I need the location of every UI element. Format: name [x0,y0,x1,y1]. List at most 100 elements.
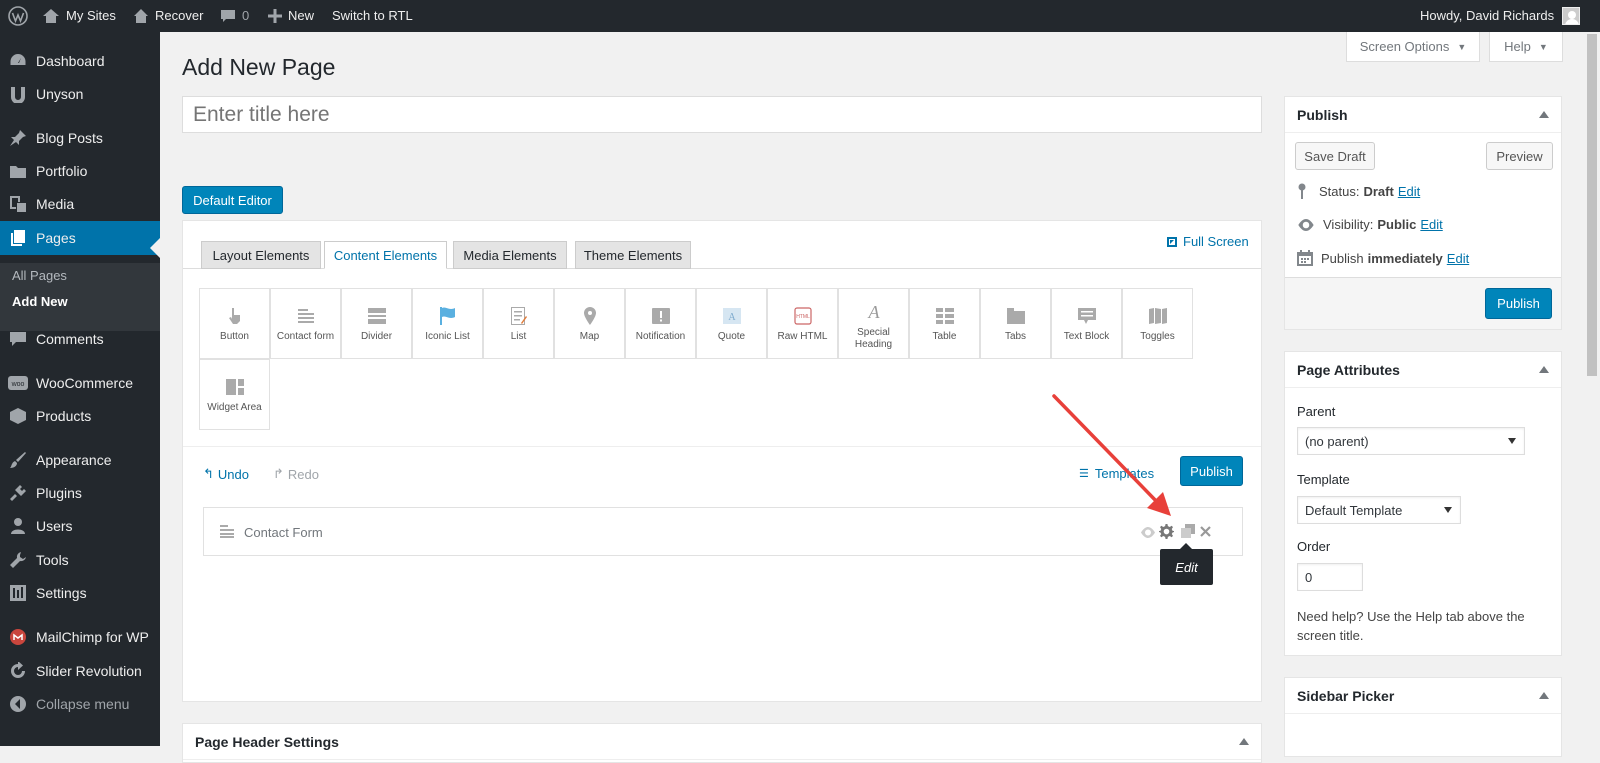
site-name-menu[interactable]: Recover [133,0,203,32]
template-select[interactable]: Default Template [1297,496,1461,524]
sidebar-item-label: Blog Posts [36,130,103,146]
element-raw-html[interactable]: HTML Raw HTML [767,288,838,359]
collapse-arrow-icon[interactable] [1539,366,1549,373]
sidebar-picker-header[interactable]: Sidebar Picker [1285,678,1561,714]
element-button[interactable]: Button [199,288,270,359]
help-button[interactable]: Help ▼ [1489,32,1563,62]
sidebar-item-slider-revolution[interactable]: Slider Revolution [0,654,160,688]
sidebar-item-tools[interactable]: Tools [0,543,160,577]
mailchimp-icon [8,627,28,647]
sidebar-item-woocommerce[interactable]: woo WooCommerce [0,366,160,400]
edit-visibility-link[interactable]: Edit [1420,217,1442,232]
page-attributes-header[interactable]: Page Attributes [1285,352,1561,388]
element-quote[interactable]: A Quote [696,288,767,359]
admin-bar: My Sites Recover 0 New Switch to RTL How… [0,0,1600,32]
sidebar-item-label: Dashboard [36,53,105,69]
sidebar-item-blog-posts[interactable]: Blog Posts [0,121,160,155]
submenu-add-new[interactable]: Add New [12,294,68,309]
heading-icon: A [865,299,883,325]
home-sites-icon [43,9,59,23]
sidebar-item-dashboard[interactable]: Dashboard [0,44,160,78]
redo-button[interactable]: ↱ Redo [273,466,319,482]
tab-theme-elements[interactable]: Theme Elements [575,241,691,269]
scrollbar-thumb[interactable] [1587,34,1597,376]
full-screen-link[interactable]: Full Screen [1167,234,1249,249]
sidebar-item-appearance[interactable]: Appearance [0,443,160,477]
sidebar-item-media[interactable]: Media [0,187,160,221]
pages-icon [8,228,28,248]
pin-icon [8,128,28,148]
collapse-arrow-icon[interactable] [1239,738,1249,745]
sidebar-item-comments[interactable]: Comments [0,322,160,356]
dashboard-icon [8,51,28,71]
sidebar-item-pages[interactable]: Pages [0,221,160,255]
publish-box-header[interactable]: Publish [1285,97,1561,133]
element-divider[interactable]: Divider [341,288,412,359]
edit-publish-time-link[interactable]: Edit [1447,251,1469,266]
sidebar-item-mailchimp[interactable]: MailChimp for WP [0,620,160,654]
sidebar-item-label: Portfolio [36,163,88,179]
site-name-label: Recover [155,8,204,23]
publish-button[interactable]: Publish [1485,288,1552,319]
toggles-icon [1148,303,1167,329]
flag-icon [439,303,456,329]
collapse-menu-button[interactable]: Collapse menu [0,687,160,721]
collapse-arrow-icon[interactable] [1539,111,1549,118]
page-scrollbar[interactable] [1584,32,1600,746]
sidebar-item-plugins[interactable]: Plugins [0,476,160,510]
sidebar-item-portfolio[interactable]: Portfolio [0,154,160,188]
default-editor-button[interactable]: Default Editor [182,186,283,214]
new-content-menu[interactable]: New [268,0,314,32]
element-contact-form[interactable]: Contact form [270,288,341,359]
user-account-menu[interactable]: Howdy, David Richards [1420,0,1581,32]
element-special-heading[interactable]: A Special Heading [838,288,909,359]
my-sites-menu[interactable]: My Sites [42,0,116,32]
element-list[interactable]: List [483,288,554,359]
tab-media-elements[interactable]: Media Elements [453,241,567,269]
howdy-label: Howdy, David Richards [1420,8,1555,23]
wordpress-logo-icon[interactable] [8,0,34,32]
element-iconic-list[interactable]: Iconic List [412,288,483,359]
parent-select[interactable]: (no parent) [1297,427,1525,455]
element-toggles[interactable]: Toggles [1122,288,1193,359]
element-notification[interactable]: Notification [625,288,696,359]
sidebar-item-label: Slider Revolution [36,663,142,679]
order-input[interactable]: 0 [1297,563,1363,591]
text-block-icon [1077,303,1096,329]
collapse-arrow-icon[interactable] [1539,692,1549,699]
rtl-label: Switch to RTL [332,8,413,23]
screen-options-button[interactable]: Screen Options ▼ [1346,32,1480,62]
tab-layout-elements[interactable]: Layout Elements [201,241,321,269]
element-widget-area[interactable]: Widget Area [199,359,270,430]
sidebar-item-settings[interactable]: Settings [0,576,160,610]
page-header-settings-box: Page Header Settings [182,723,1262,763]
sidebar-item-unyson[interactable]: Unyson [0,77,160,111]
pages-submenu: All Pages Add New [0,263,160,331]
folder-icon [8,161,28,181]
close-icon[interactable] [1200,525,1211,540]
edit-tooltip: Edit [1160,543,1213,585]
sidebar-item-label: Comments [36,331,104,347]
switch-rtl-link[interactable]: Switch to RTL [332,0,413,32]
user-icon [8,516,28,536]
edit-status-link[interactable]: Edit [1398,184,1420,199]
expand-icon [1167,236,1177,247]
title-input[interactable] [182,96,1262,133]
tab-content-elements[interactable]: Content Elements [324,241,447,269]
submenu-all-pages[interactable]: All Pages [12,268,67,283]
undo-button[interactable]: ↰ Undo [203,466,249,482]
sidebar-item-label: Media [36,196,75,212]
unyson-icon [8,84,28,104]
preview-button[interactable]: Preview [1486,142,1553,170]
sidebar-item-products[interactable]: Products [0,399,160,433]
sidebar-item-users[interactable]: Users [0,509,160,543]
element-tabs[interactable]: Tabs [980,288,1051,359]
visibility-row: Visibility: Public Edit [1297,217,1443,232]
save-draft-button[interactable]: Save Draft [1295,142,1375,170]
comments-menu[interactable]: 0 [220,0,249,32]
element-table[interactable]: Table [909,288,980,359]
element-map[interactable]: Map [554,288,625,359]
html-icon: HTML [793,303,812,329]
page-header-settings-header[interactable]: Page Header Settings [183,724,1261,760]
element-text-block[interactable]: Text Block [1051,288,1122,359]
